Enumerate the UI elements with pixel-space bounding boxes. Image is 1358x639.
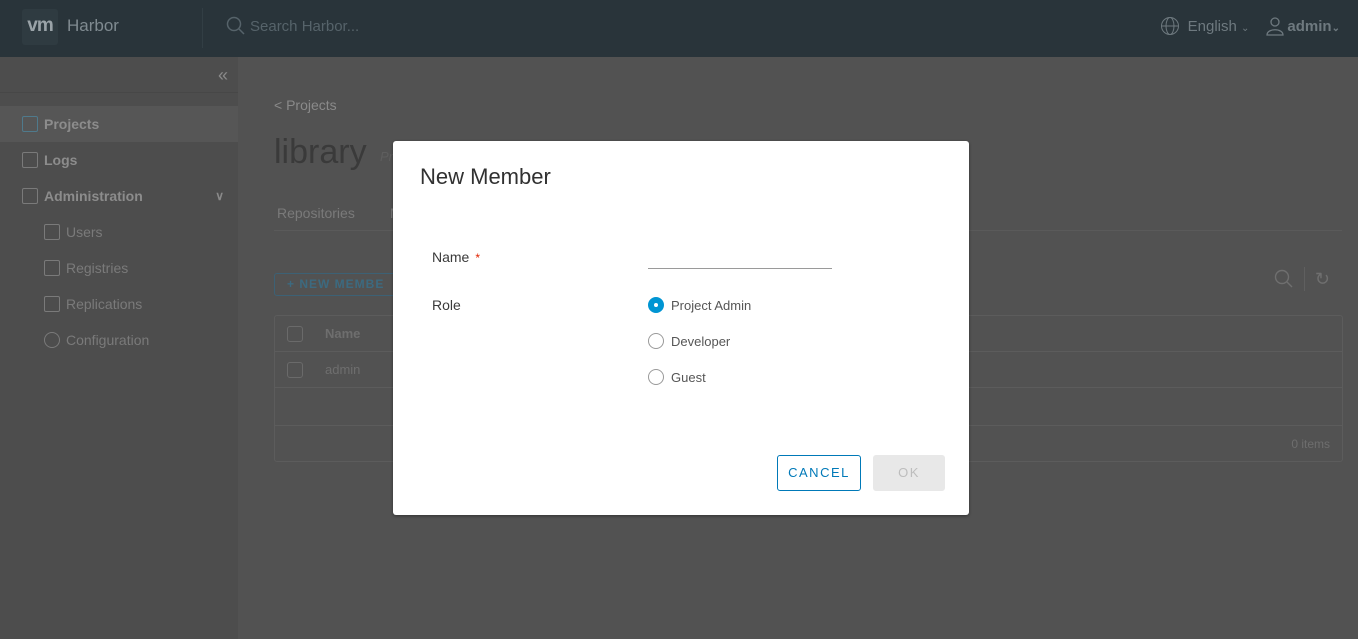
language-selector[interactable]: English ⌄ <box>1188 18 1250 35</box>
role-label: Role <box>432 297 461 313</box>
language-label: English <box>1187 17 1237 35</box>
page-title: library <box>274 133 367 171</box>
sidebar-item-label: Logs <box>44 152 78 168</box>
users-icon <box>44 224 60 240</box>
top-header: vm Harbor English ⌄ admin⌄ <box>0 0 1358 57</box>
new-member-dialog: New Member Name * Role Project Admin Deve… <box>393 141 969 515</box>
radio-unselected-icon <box>648 333 664 349</box>
sidebar-item-label: Configuration <box>66 332 150 348</box>
chevron-down-icon: ⌄ <box>1331 22 1340 34</box>
grid-footer-count: 0 items <box>1291 437 1330 451</box>
name-label: Name * <box>432 249 480 265</box>
grid-tools: ↻ <box>1274 267 1330 291</box>
tab-repositories[interactable]: Repositories <box>277 205 355 221</box>
chevron-down-icon: ∨ <box>215 189 224 203</box>
page-subtitle: Pr <box>380 149 393 164</box>
user-name: admin <box>1287 17 1332 35</box>
select-all-checkbox[interactable] <box>287 325 303 342</box>
vmware-logo[interactable]: vm <box>22 9 58 45</box>
refresh-icon[interactable]: ↻ <box>1315 269 1330 290</box>
sidebar-item-registries[interactable]: Registries <box>0 250 238 286</box>
sidebar-item-logs[interactable]: Logs <box>0 142 238 178</box>
chevron-down-icon: ⌄ <box>1241 22 1250 34</box>
header-divider <box>202 8 203 48</box>
name-label-text: Name <box>432 249 470 265</box>
sidebar: « Projects Logs Administration ∨ Users Re… <box>0 57 238 639</box>
sidebar-item-label: Projects <box>44 116 100 132</box>
radio-label: Guest <box>671 369 706 385</box>
gear-icon <box>44 332 60 348</box>
sidebar-item-replications[interactable]: Replications <box>0 286 238 322</box>
breadcrumb[interactable]: < Projects <box>274 97 337 113</box>
sidebar-item-projects[interactable]: Projects <box>0 106 238 142</box>
sidebar-item-administration[interactable]: Administration ∨ <box>0 178 238 214</box>
search-input[interactable] <box>250 17 450 35</box>
header-right: English ⌄ admin⌄ <box>1160 16 1340 36</box>
user-icon <box>1266 17 1285 36</box>
sidebar-item-label: Registries <box>66 260 129 276</box>
document-list-icon <box>22 152 38 168</box>
dialog-title: New Member <box>420 164 551 189</box>
sidebar-item-label: Administration <box>44 188 143 204</box>
user-menu[interactable]: admin⌄ <box>1287 18 1340 35</box>
cube-icon <box>44 260 60 276</box>
global-search <box>226 16 450 36</box>
globe-icon <box>1160 17 1179 35</box>
collapse-sidebar-icon[interactable]: « <box>218 65 228 86</box>
radio-selected-icon <box>648 297 664 313</box>
org-chart-icon <box>22 116 38 132</box>
sidebar-item-label: Users <box>66 224 103 240</box>
radio-label: Project Admin <box>671 297 752 313</box>
divider <box>0 92 238 93</box>
radio-label: Developer <box>671 333 731 349</box>
cloud-sync-icon <box>44 296 60 312</box>
sidebar-item-users[interactable]: Users <box>0 214 238 250</box>
required-marker: * <box>475 251 481 265</box>
radio-unselected-icon <box>648 369 664 385</box>
column-header-name[interactable]: Name <box>325 326 360 341</box>
role-radio-project-admin[interactable]: Project Admin <box>648 297 751 313</box>
member-name: admin <box>325 362 361 377</box>
divider <box>1303 267 1305 291</box>
row-checkbox[interactable] <box>287 361 303 378</box>
new-member-button[interactable]: + NEW MEMBE <box>274 273 404 296</box>
search-icon <box>226 16 245 35</box>
role-radio-guest[interactable]: Guest <box>648 369 706 385</box>
name-input[interactable] <box>648 245 832 269</box>
cancel-button[interactable]: CANCEL <box>777 455 861 491</box>
ok-button[interactable]: OK <box>873 455 945 491</box>
brand-name[interactable]: Harbor <box>67 16 119 36</box>
role-radio-developer[interactable]: Developer <box>648 333 730 349</box>
sidebar-item-label: Replications <box>66 296 143 312</box>
search-icon[interactable] <box>1274 269 1294 289</box>
sidebar-item-configuration[interactable]: Configuration <box>0 322 238 358</box>
user-gear-icon <box>22 188 38 204</box>
